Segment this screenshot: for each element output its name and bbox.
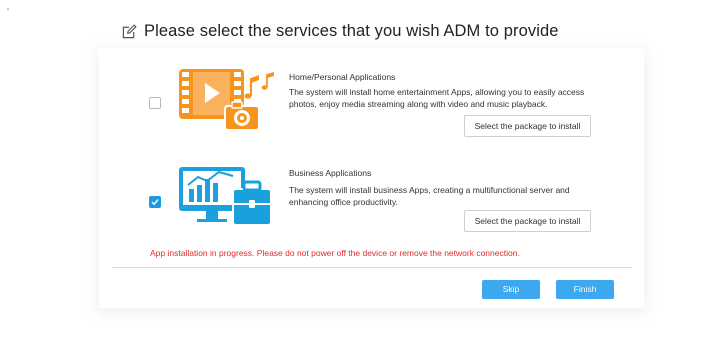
service-home-personal: Home/Personal Applications The system wi… [99,48,644,156]
edit-icon [122,24,137,39]
wizard-page: Please select the services that you wish… [0,0,725,349]
install-warning: App installation in progress. Please do … [150,248,520,258]
stray-dot [7,8,9,10]
finish-button[interactable]: Finish [556,280,614,299]
skip-button[interactable]: Skip [482,280,540,299]
business-select-package-button[interactable]: Select the package to install [464,210,591,232]
check-icon [151,199,159,206]
home-apps-title: Home/Personal Applications [289,72,396,82]
media-apps-icon [179,69,274,131]
home-select-package-button[interactable]: Select the package to install [464,115,591,137]
business-apps-description: The system will install business Apps, c… [289,185,570,207]
business-apps-icon [179,167,272,226]
service-business: Business Applications The system will in… [99,156,644,246]
business-apps-title: Business Applications [289,168,372,178]
page-header: Please select the services that you wish… [122,22,559,41]
business-apps-checkbox[interactable] [149,196,161,208]
home-apps-description: The system will install home entertainme… [289,87,585,109]
services-panel: Home/Personal Applications The system wi… [99,48,644,308]
home-apps-checkbox[interactable] [149,97,161,109]
page-title: Please select the services that you wish… [144,22,559,40]
divider [112,267,632,268]
